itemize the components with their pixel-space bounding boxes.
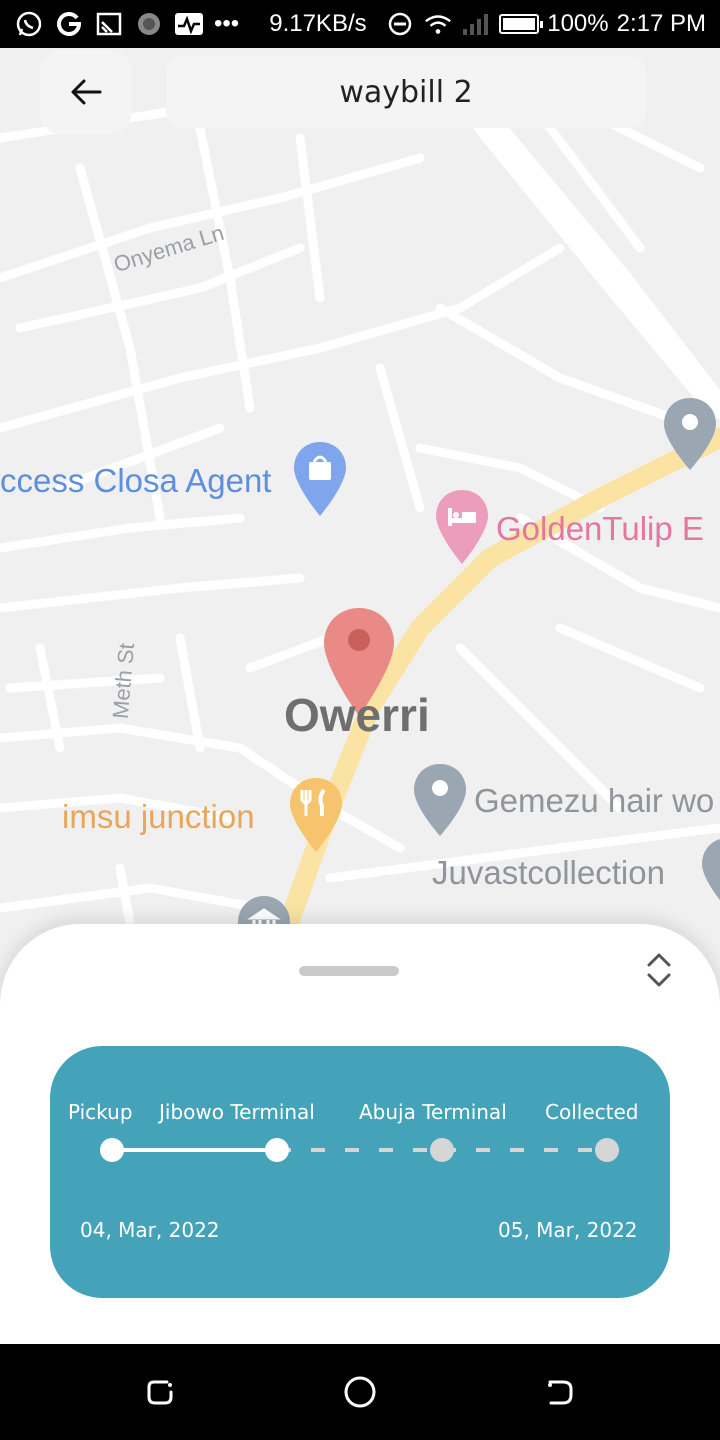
- arrow-left-icon: [71, 79, 102, 105]
- more-icon: •••: [214, 10, 240, 37]
- map-view[interactable]: Onyema Ln Meth St ccess Closa Agent Gold…: [0, 48, 720, 1048]
- clock: 2:17 PM: [616, 10, 706, 37]
- battery-percentage: 100%: [547, 10, 609, 37]
- poi-label[interactable]: Gemezu hair wo: [474, 782, 714, 820]
- stop-dot: [265, 1138, 289, 1162]
- progress-track: [100, 1138, 619, 1162]
- google-icon: [54, 9, 84, 39]
- app-icon: [134, 9, 164, 39]
- map-streets: [0, 63, 720, 983]
- drag-handle-icon[interactable]: [299, 966, 399, 976]
- wifi-icon: [423, 9, 453, 39]
- poi-label[interactable]: Juvastcollection: [432, 854, 665, 892]
- network-speed: 9.17KB/s: [269, 10, 367, 37]
- home-icon[interactable]: [342, 1374, 378, 1410]
- waybill-title: waybill 2: [166, 56, 646, 128]
- battery-icon: [499, 14, 544, 34]
- unfold-icon[interactable]: [640, 950, 678, 990]
- whatsapp-icon: [14, 9, 44, 39]
- city-label: Owerri: [284, 689, 430, 741]
- stop-dot: [430, 1138, 454, 1162]
- start-date: 04, Mar, 2022: [80, 1218, 220, 1242]
- end-date: 05, Mar, 2022: [498, 1218, 638, 1242]
- poi-label[interactable]: ccess Closa Agent: [0, 462, 271, 500]
- battery-level-fill: [503, 18, 536, 30]
- back-icon[interactable]: [542, 1374, 578, 1410]
- cast-icon: [94, 9, 124, 39]
- signal-icon: [461, 9, 491, 39]
- poi-label[interactable]: imsu junction: [62, 798, 255, 836]
- back-button[interactable]: [40, 50, 132, 134]
- stop-dot: [595, 1138, 619, 1162]
- dnd-icon: [385, 9, 415, 39]
- bottom-sheet[interactable]: Pickup Jibowo Terminal Abuja Terminal Co…: [0, 924, 720, 1344]
- recent-apps-icon[interactable]: [142, 1374, 178, 1410]
- stop-dot: [100, 1138, 124, 1162]
- status-bar: ••• 9.17KB/s 100% 2:17 PM: [0, 0, 720, 48]
- tracking-card: Pickup Jibowo Terminal Abuja Terminal Co…: [50, 1046, 670, 1298]
- poi-label[interactable]: GoldenTulip E: [496, 510, 704, 548]
- page-title: waybill 2: [339, 74, 473, 110]
- navigation-bar: [0, 1344, 720, 1440]
- activity-icon: [174, 9, 204, 39]
